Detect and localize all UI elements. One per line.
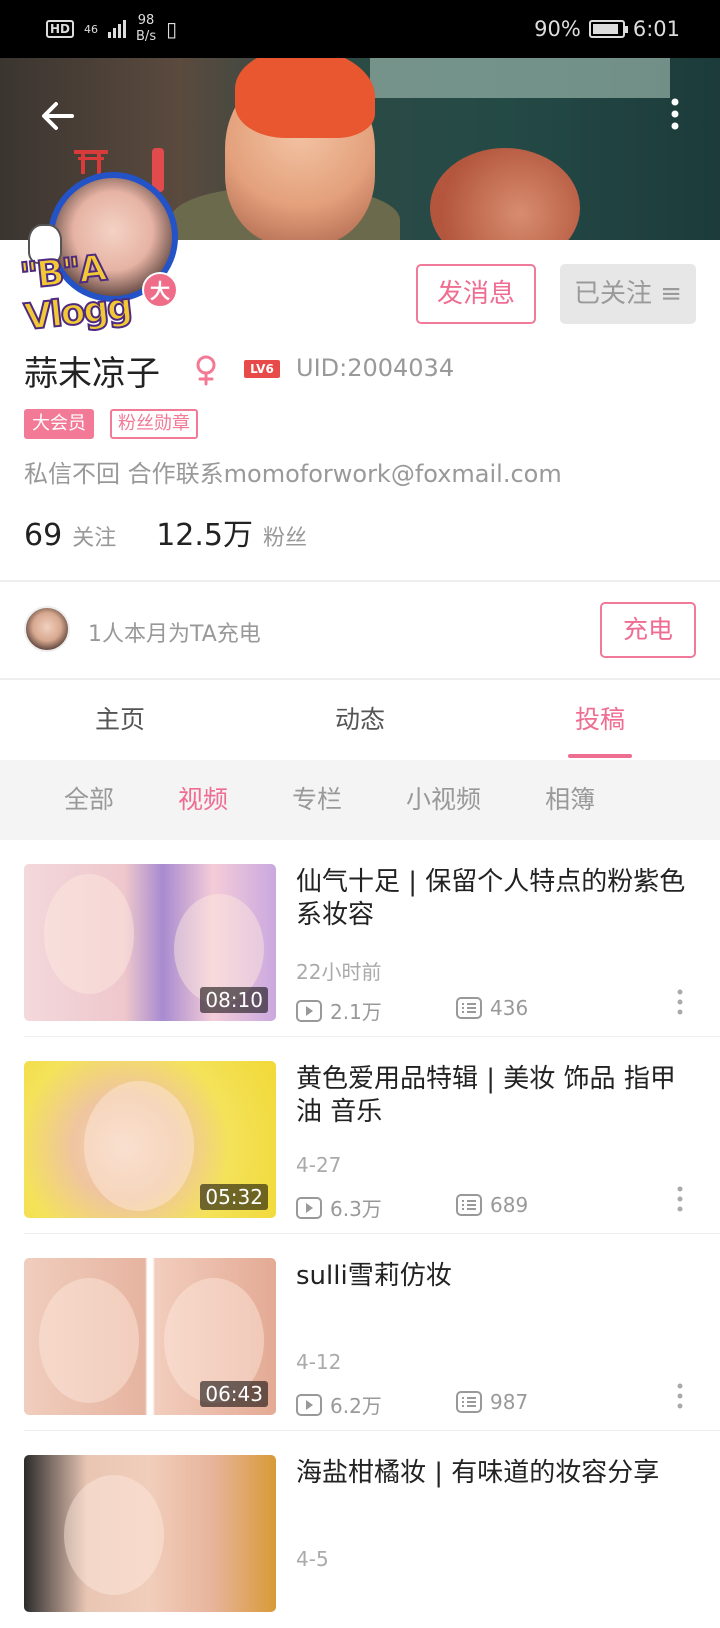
play-count-icon xyxy=(296,1196,322,1219)
subtab-all[interactable]: 全部 xyxy=(32,760,146,840)
video-duration: 08:10 xyxy=(200,987,268,1013)
follow-stats: 69 关注 12.5万 粉丝 xyxy=(24,510,337,554)
more-vertical-icon[interactable] xyxy=(665,96,685,136)
banner-window xyxy=(370,58,670,98)
speed-value: 98 xyxy=(137,13,155,28)
following-button[interactable]: 已关注 ≡ xyxy=(560,264,696,324)
more-vertical-icon[interactable] xyxy=(670,986,690,1022)
tab-contributions[interactable]: 投稿 xyxy=(480,680,720,760)
video-plays: 6.3万 xyxy=(296,1193,382,1222)
subtab-articles[interactable]: 专栏 xyxy=(260,760,374,840)
female-icon xyxy=(196,355,216,386)
battery-percent: 90% xyxy=(534,17,581,41)
video-date: 4-12 xyxy=(296,1350,342,1374)
status-bar: HD 46 98 B/s ▯ 90% 6:01 xyxy=(0,0,720,58)
video-title[interactable]: 海盐柑橘妆 | 有味道的妆容分享 xyxy=(296,1457,696,1490)
fans-label[interactable]: 粉丝 xyxy=(263,520,307,552)
video-duration: 06:43 xyxy=(200,1381,268,1407)
play-count: 2.1万 xyxy=(330,1000,382,1024)
video-thumbnail[interactable]: 08:10 xyxy=(24,864,276,1021)
banner-figure-hair xyxy=(235,58,375,138)
clock: 6:01 xyxy=(632,17,680,41)
speed-unit: B/s xyxy=(136,29,157,44)
following-count[interactable]: 69 xyxy=(24,518,62,553)
video-title[interactable]: 仙气十足 | 保留个人特点的粉紫色系妆容 xyxy=(296,866,696,932)
profile-tabs: 主页 动态 投稿 xyxy=(0,680,720,760)
video-duration: 05:32 xyxy=(200,1184,268,1210)
vip-tag[interactable]: 大会员 xyxy=(24,409,94,439)
danmaku-count: 987 xyxy=(490,1390,529,1414)
list-item[interactable]: 06:43 sulli雪莉仿妆 4-12 6.2万 987 xyxy=(0,1234,720,1431)
following-label[interactable]: 关注 xyxy=(72,520,116,552)
network-type: 46 xyxy=(84,22,99,36)
status-left: HD 46 98 B/s ▯ xyxy=(46,13,177,45)
list-item[interactable]: 海盐柑橘妆 | 有味道的妆容分享 4-5 xyxy=(0,1431,720,1628)
play-count: 6.3万 xyxy=(330,1197,382,1221)
level-badge: LV6 xyxy=(244,360,280,378)
more-vertical-icon[interactable] xyxy=(670,1183,690,1219)
tab-dynamics[interactable]: 动态 xyxy=(240,680,480,760)
video-thumbnail[interactable]: 05:32 xyxy=(24,1061,276,1218)
video-date: 4-5 xyxy=(296,1547,329,1571)
danmaku-count-icon xyxy=(456,997,482,1019)
danmaku-count: 689 xyxy=(490,1193,529,1217)
charger-avatar[interactable] xyxy=(24,606,70,652)
signal-icon xyxy=(108,20,127,38)
charge-button[interactable]: 充电 xyxy=(600,602,696,658)
user-uid: UID:2004034 xyxy=(296,354,455,382)
danmaku-count-icon xyxy=(456,1194,482,1216)
arrow-left-icon[interactable] xyxy=(38,96,78,136)
video-thumbnail[interactable] xyxy=(24,1455,276,1612)
torii-icon xyxy=(74,150,108,174)
divider xyxy=(0,580,720,582)
contribution-subtabs: 全部 视频 专栏 小视频 相簿 xyxy=(0,760,720,840)
video-title[interactable]: sulli雪莉仿妆 xyxy=(296,1260,696,1293)
play-count-icon xyxy=(296,999,322,1022)
status-right: 90% 6:01 xyxy=(534,17,680,41)
vibrate-icon: ▯ xyxy=(166,17,178,41)
tab-home[interactable]: 主页 xyxy=(0,680,240,760)
fan-medal-tag[interactable]: 粉丝勋章 xyxy=(110,409,198,439)
send-message-button[interactable]: 发消息 xyxy=(416,264,536,324)
more-vertical-icon[interactable] xyxy=(670,1380,690,1416)
danmaku-count: 436 xyxy=(490,996,529,1020)
play-count: 6.2万 xyxy=(330,1394,382,1418)
banner-figure-second xyxy=(430,148,580,240)
hd-indicator: HD xyxy=(46,20,75,38)
user-signature: 私信不回 合作联系momoforwork@foxmail.com xyxy=(24,460,562,488)
video-plays: 2.1万 xyxy=(296,996,382,1025)
video-danmaku: 436 xyxy=(456,996,528,1020)
battery-icon xyxy=(588,20,628,38)
video-danmaku: 987 xyxy=(456,1390,528,1414)
subtab-short-videos[interactable]: 小视频 xyxy=(374,760,513,840)
avatar[interactable]: "B"A Vlogg 大 xyxy=(17,148,187,339)
vip-badge: 大 xyxy=(142,272,178,308)
video-date: 22小时前 xyxy=(296,960,382,984)
video-thumbnail[interactable]: 06:43 xyxy=(24,1258,276,1415)
charge-text[interactable]: 1人本月为TA充电 xyxy=(88,616,261,648)
user-name: 蒜末凉子 xyxy=(24,354,160,394)
danmaku-count-icon xyxy=(456,1391,482,1413)
video-plays: 6.2万 xyxy=(296,1390,382,1419)
network-speed: 98 B/s xyxy=(136,13,156,45)
video-title[interactable]: 黄色爱用品特辑 | 美妆 饰品 指甲油 音乐 xyxy=(296,1063,696,1129)
subtab-videos[interactable]: 视频 xyxy=(146,760,260,840)
list-item[interactable]: 08:10 仙气十足 | 保留个人特点的粉紫色系妆容 22小时前 2.1万 43… xyxy=(0,840,720,1037)
fans-count[interactable]: 12.5万 xyxy=(156,510,253,554)
video-danmaku: 689 xyxy=(456,1193,528,1217)
list-item[interactable]: 05:32 黄色爱用品特辑 | 美妆 饰品 指甲油 音乐 4-27 6.3万 6… xyxy=(0,1037,720,1234)
play-count-icon xyxy=(296,1393,322,1416)
subtab-albums[interactable]: 相簿 xyxy=(513,760,627,840)
tower-icon xyxy=(152,148,164,192)
video-date: 4-27 xyxy=(296,1153,342,1177)
